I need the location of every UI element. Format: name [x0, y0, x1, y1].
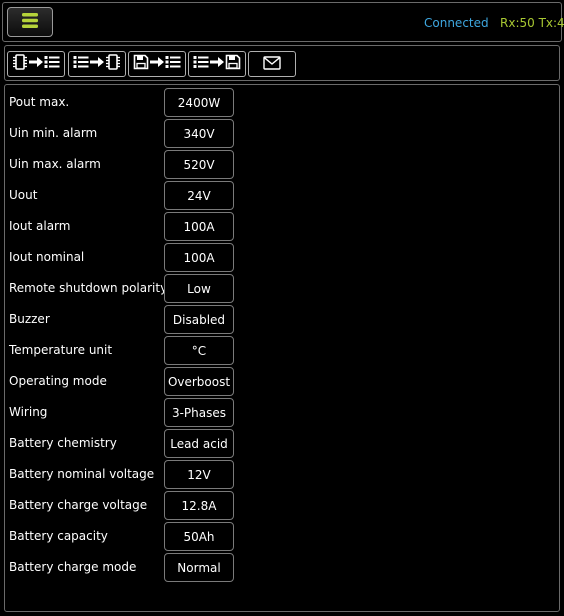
setting-value-button[interactable]: 340V	[164, 119, 234, 148]
setting-value-button[interactable]: 50Ah	[164, 522, 234, 551]
save-icon	[225, 54, 241, 74]
setting-label: Operating mode	[9, 374, 107, 388]
envelope-icon	[263, 55, 281, 74]
save-list-to-file-button[interactable]	[188, 51, 246, 77]
setting-row: Remote shutdown polarity Low	[9, 274, 269, 303]
setting-label: Battery nominal voltage	[9, 467, 155, 481]
list-icon	[165, 54, 181, 74]
arrow-right-icon	[89, 54, 105, 74]
setting-row: Buzzer Disabled	[9, 305, 269, 334]
setting-label: Buzzer	[9, 312, 50, 326]
arrow-right-icon	[149, 54, 165, 74]
setting-value-button[interactable]: °C	[164, 336, 234, 365]
setting-label: Battery chemistry	[9, 436, 117, 450]
setting-row: Pout max. 2400W	[9, 88, 269, 117]
chip-icon	[105, 54, 121, 74]
setting-value-button[interactable]: 100A	[164, 212, 234, 241]
setting-label: Pout max.	[9, 95, 70, 109]
setting-value-button[interactable]: 3-Phases	[164, 398, 234, 427]
setting-label: Battery charge voltage	[9, 498, 148, 512]
rx-tx-counter: Rx:50 Tx:40	[500, 16, 564, 30]
setting-value-button[interactable]: 100A	[164, 243, 234, 272]
setting-label: Uin max. alarm	[9, 157, 101, 171]
top-bar: Connected Rx:50 Tx:40	[2, 2, 564, 42]
setting-row: Battery charge voltage 12.8A	[9, 491, 269, 520]
setting-row: Uin max. alarm 520V	[9, 150, 269, 179]
setting-label: Battery capacity	[9, 529, 108, 543]
load-file-to-list-button[interactable]	[128, 51, 186, 77]
list-icon	[193, 54, 209, 74]
setting-row: Battery capacity 50Ah	[9, 522, 269, 551]
setting-row: Wiring 3-Phases	[9, 398, 269, 427]
setting-value-button[interactable]: Disabled	[164, 305, 234, 334]
settings-panel: Pout max. 2400W Uin min. alarm 340V Uin max.…	[4, 84, 560, 612]
setting-row: Iout alarm 100A	[9, 212, 269, 241]
setting-label: Wiring	[9, 405, 48, 419]
setting-label: Uin min. alarm	[9, 126, 98, 140]
setting-label: Iout nominal	[9, 250, 85, 264]
email-button[interactable]	[248, 51, 296, 77]
read-device-to-list-button[interactable]	[7, 51, 65, 77]
setting-value-button[interactable]: Normal	[164, 553, 234, 582]
toolbar	[4, 45, 560, 81]
setting-row: Battery nominal voltage 12V	[9, 460, 269, 489]
save-icon	[133, 54, 149, 74]
write-list-to-device-button[interactable]	[68, 51, 126, 77]
setting-value-button[interactable]: Overboost	[164, 367, 234, 396]
setting-row: Temperature unit °C	[9, 336, 269, 365]
setting-row: Iout nominal 100A	[9, 243, 269, 272]
setting-value-button[interactable]: 12V	[164, 460, 234, 489]
arrow-right-icon	[28, 54, 44, 74]
setting-row: Battery charge mode Normal	[9, 553, 269, 582]
list-icon	[44, 54, 60, 74]
connection-status: Connected	[424, 16, 489, 30]
setting-label: Iout alarm	[9, 219, 71, 233]
setting-row: Battery chemistry Lead acid	[9, 429, 269, 458]
arrow-right-icon	[209, 54, 225, 74]
setting-label: Temperature unit	[9, 343, 113, 357]
menu-button[interactable]	[7, 7, 53, 37]
setting-row: Uout 24V	[9, 181, 269, 210]
setting-row: Operating mode Overboost	[9, 367, 269, 396]
setting-value-button[interactable]: 24V	[164, 181, 234, 210]
setting-label: Uout	[9, 188, 38, 202]
setting-value-button[interactable]: 520V	[164, 150, 234, 179]
chip-icon	[12, 54, 28, 74]
hamburger-menu-icon	[22, 12, 38, 32]
setting-label: Remote shutdown polarity	[9, 281, 168, 295]
setting-row: Uin min. alarm 340V	[9, 119, 269, 148]
setting-value-button[interactable]: Low	[164, 274, 234, 303]
setting-value-button[interactable]: Lead acid	[164, 429, 234, 458]
list-icon	[73, 54, 89, 74]
setting-label: Battery charge mode	[9, 560, 137, 574]
setting-value-button[interactable]: 2400W	[164, 88, 234, 117]
setting-value-button[interactable]: 12.8A	[164, 491, 234, 520]
